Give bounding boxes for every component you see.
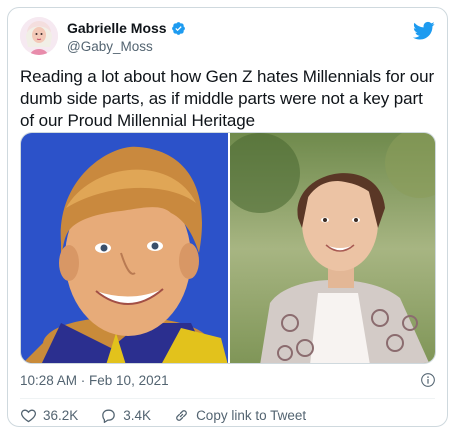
like-count: 36.2K — [43, 407, 79, 423]
link-icon — [176, 409, 187, 421]
reply-button[interactable]: 3.4K — [100, 407, 151, 424]
reply-count: 3.4K — [123, 407, 152, 423]
tweet-media[interactable] — [20, 132, 436, 364]
photo-left[interactable] — [21, 133, 228, 363]
copy-link-label: Copy link to Tweet — [196, 407, 307, 423]
tweet-meta: 10:28 AM · Feb 10, 2021 — [20, 373, 438, 388]
avatar[interactable] — [20, 17, 58, 55]
tweet-text: Reading a lot about how Gen Z hates Mill… — [20, 67, 435, 130]
photo-right[interactable] — [220, 133, 435, 363]
heart-icon — [21, 409, 36, 422]
author-handle[interactable]: @Gaby_Moss — [67, 39, 186, 54]
author-names: Gabrielle Moss @Gaby_Moss — [67, 20, 186, 54]
author-name[interactable]: Gabrielle Moss — [67, 20, 167, 36]
copy-link-button[interactable]: Copy link to Tweet — [173, 407, 306, 424]
divider — [20, 398, 435, 399]
tweet-header: Gabrielle Moss @Gaby_Moss — [20, 17, 435, 57]
twitter-bird-icon[interactable] — [413, 21, 435, 41]
verified-icon — [171, 21, 185, 35]
tweet-timestamp[interactable]: 10:28 AM · Feb 10, 2021 — [20, 373, 169, 388]
tweet-actions: 36.2K 3.4K Copy link to Tweet — [20, 403, 328, 427]
like-button[interactable]: 36.2K — [20, 407, 78, 424]
info-icon[interactable] — [420, 372, 436, 388]
author-name-row: Gabrielle Moss — [67, 20, 186, 36]
reply-icon — [102, 409, 116, 423]
tweet-card: Gabrielle Moss @Gaby_Moss Reading a lot … — [7, 7, 448, 427]
